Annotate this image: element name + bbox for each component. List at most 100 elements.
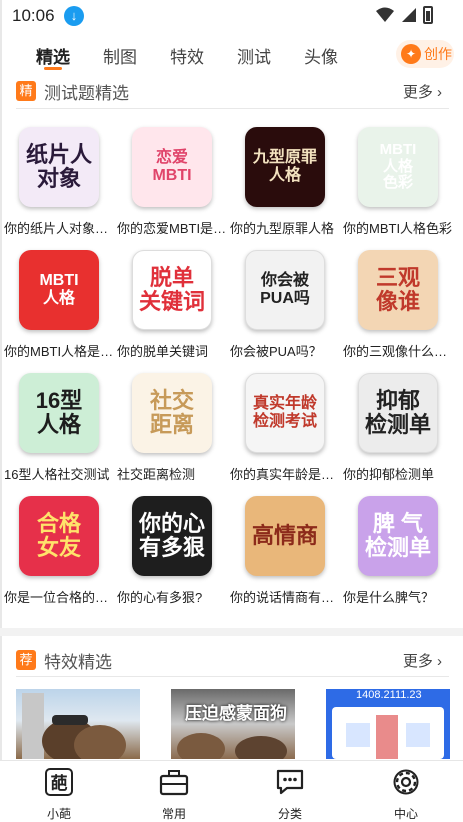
quiz-card[interactable]: 三观 像谁你的三观像什么人？	[343, 250, 453, 370]
home-logo-icon: 葩	[45, 768, 73, 796]
effects-more-link[interactable]: 更多 ›	[403, 650, 442, 671]
dog-image-icon	[177, 733, 287, 759]
quiz-thumbnail: 三观 像谁	[358, 250, 438, 330]
quiz-card[interactable]: 你的心 有多狠你的心有多狠?	[117, 496, 227, 616]
quiz-thumbnail-text: 恋爱 MBTI	[152, 149, 192, 184]
quiz-thumbnail-text: 抑郁 检测单	[364, 387, 431, 437]
quiz-caption: 你的MBTI人格色彩	[343, 221, 453, 236]
wifi-icon	[376, 7, 394, 22]
quiz-caption: 你的脱单关键词	[117, 344, 209, 359]
quiz-thumbnail-text: 真实年龄 检测考试	[252, 395, 317, 430]
quiz-card[interactable]: 九型原罪 人格 你的九型原罪人格	[230, 127, 340, 247]
quiz-thumbnail-text: 脱单 关键词	[138, 264, 205, 314]
quiz-thumbnail: 你会被 PUA吗	[245, 250, 325, 330]
quiz-card[interactable]: 合格 女友你是一位合格的女友吗？	[4, 496, 114, 616]
quiz-card[interactable]: 你会被 PUA吗你会被PUA吗？	[230, 250, 340, 370]
quiz-thumbnail: 16型 人格	[19, 373, 99, 453]
quiz-card[interactable]: 纸片人 对象你的纸片人对象是谁？	[4, 127, 114, 247]
status-bar: 10:06 ↓	[0, 0, 463, 32]
quiz-caption: 你的抑郁检测单	[343, 467, 435, 482]
gear-icon	[393, 769, 419, 795]
quiz-thumbnail: MBTI 人格	[19, 250, 99, 330]
quiz-section-header: 精 测试题精选 更多 ›	[16, 77, 448, 107]
quiz-thumbnail: 抑郁 检测单	[358, 373, 438, 453]
effects-badge: 荐	[16, 650, 36, 670]
effect-thumbnail[interactable]	[16, 689, 140, 759]
quiz-card[interactable]: 高情商你的说话情商有多高？	[230, 496, 340, 616]
chat-bubble-icon	[276, 769, 304, 795]
nav-common[interactable]: 常用	[139, 767, 209, 822]
tab-image[interactable]: 制图	[103, 43, 137, 68]
quiz-caption: 你的真实年龄是多少？	[230, 467, 340, 482]
effects-section-title: 特效精选	[44, 653, 112, 672]
quiz-card[interactable]: 社交 距离社交距离检测	[117, 373, 227, 493]
quiz-thumbnail-text: 脾 气 检测单	[364, 510, 431, 560]
quiz-thumbnail: 脱单 关键词	[132, 250, 212, 330]
nav-common-label: 常用	[161, 807, 186, 821]
status-time: 10:06	[12, 6, 55, 25]
tab-effects[interactable]: 特效	[170, 43, 204, 68]
quiz-thumbnail-text: 你会被 PUA吗	[260, 272, 310, 307]
top-tabs: 精选 制图 特效 测试 头像	[0, 36, 463, 76]
quiz-caption: 你是什么脾气？	[343, 590, 435, 605]
quiz-thumbnail-text: 九型原罪 人格	[252, 149, 317, 184]
quiz-caption: 你会被PUA吗？	[230, 344, 322, 359]
quiz-thumbnail: 社交 距离	[132, 373, 212, 453]
quiz-caption: 社交距离检测	[117, 467, 196, 482]
quiz-caption: 你的三观像什么人？	[343, 344, 453, 359]
phone-screen-icon	[332, 707, 444, 759]
effects-section-header: 荐 特效精选 更多 ›	[16, 646, 448, 676]
quiz-thumbnail: 恋爱 MBTI	[132, 127, 212, 207]
quiz-section-title: 测试题精选	[44, 84, 129, 103]
bulb-icon: ✦	[401, 44, 421, 64]
active-tab-indicator	[44, 67, 62, 70]
quiz-thumbnail: 脾 气 检测单	[358, 496, 438, 576]
tab-featured[interactable]: 精选	[36, 43, 70, 68]
quiz-thumbnail: 你的心 有多狠	[132, 496, 212, 576]
section-separator	[0, 628, 463, 636]
quiz-card[interactable]: MBTI 人格 色彩你的MBTI人格色彩	[343, 127, 453, 247]
quiz-more-link[interactable]: 更多 ›	[403, 81, 442, 102]
quiz-card[interactable]: 16型 人格 16型人格社交测试	[4, 373, 114, 493]
quiz-thumbnail-text: 你的心 有多狠	[138, 510, 205, 560]
effect-thumbnail[interactable]: 1408.2111.23	[326, 689, 450, 759]
quiz-thumbnail-text: 16型 人格	[35, 387, 83, 437]
quiz-thumbnail: 真实年龄 检测考试	[245, 373, 325, 453]
divider	[16, 676, 449, 677]
quiz-card[interactable]: 脾 气 检测单你是什么脾气？	[343, 496, 453, 616]
quiz-caption: 你的心有多狠?	[117, 590, 203, 605]
quiz-caption: 16型人格社交测试	[4, 467, 110, 482]
dog-image-icon	[22, 693, 126, 759]
quiz-caption: 你的恋爱MBTI是什么？	[117, 221, 227, 236]
quiz-thumbnail-text: 社交 距离	[149, 387, 194, 437]
tab-tests[interactable]: 测试	[237, 43, 271, 68]
quiz-card[interactable]: 脱单 关键词你的脱单关键词	[117, 250, 227, 370]
quiz-card[interactable]: 真实年龄 检测考试你的真实年龄是多少？	[230, 373, 340, 493]
nav-category-label: 分类	[277, 807, 302, 821]
quiz-card[interactable]: MBTI 人格你的MBTI人格是什么？	[4, 250, 114, 370]
quiz-caption: 你的MBTI人格是什么？	[4, 344, 114, 359]
quiz-thumbnail-text: 合格 女友	[36, 510, 81, 560]
quiz-thumbnail: 纸片人 对象	[19, 127, 99, 207]
nav-center[interactable]: 中心	[371, 767, 441, 822]
quiz-card[interactable]: 抑郁 检测单你的抑郁检测单	[343, 373, 453, 493]
effect-thumbnail[interactable]: 压迫感蒙面狗	[171, 689, 295, 759]
effects-more-label: 更多	[402, 653, 433, 670]
create-button[interactable]: ✦ 创作	[396, 40, 454, 68]
quiz-caption: 你的说话情商有多高？	[230, 590, 340, 605]
tab-avatar[interactable]: 头像	[304, 43, 338, 68]
quiz-thumbnail-text: 纸片人 对象	[25, 141, 92, 191]
quiz-thumbnail-text: MBTI 人格 色彩	[379, 141, 417, 192]
toolbox-icon	[159, 770, 189, 796]
quiz-thumbnail: MBTI 人格 色彩	[358, 127, 438, 207]
signal-icon	[402, 8, 416, 22]
quiz-thumbnail-text: 高情商	[251, 522, 318, 548]
nav-category[interactable]: 分类	[255, 767, 325, 822]
download-icon: ↓	[64, 6, 84, 26]
quiz-more-label: 更多	[402, 84, 433, 101]
quiz-thumbnail: 高情商	[245, 496, 325, 576]
nav-center-label: 中心	[393, 807, 418, 821]
quiz-card[interactable]: 恋爱 MBTI 你的恋爱MBTI是什么？	[117, 127, 227, 247]
quiz-badge: 精	[16, 81, 36, 101]
nav-home[interactable]: 葩 小葩	[24, 767, 94, 822]
